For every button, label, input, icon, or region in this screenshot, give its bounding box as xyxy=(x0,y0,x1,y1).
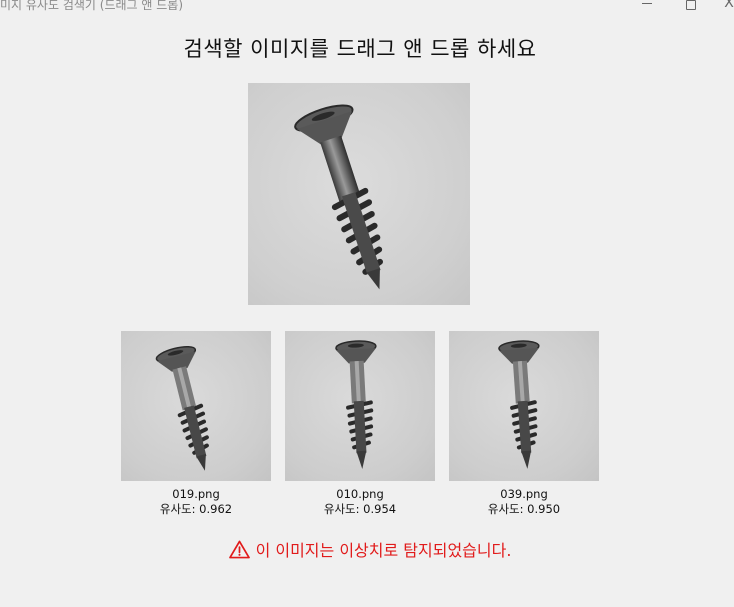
result-screw-image xyxy=(498,340,540,469)
result-filename: 019.png xyxy=(172,487,220,501)
result-similarity: 유사도: 0.950 xyxy=(487,501,561,516)
alert-message: 이 이미지는 이상치로 탐지되었습니다. xyxy=(255,541,512,560)
warning-icon xyxy=(228,540,250,559)
anomaly-alert: 이 이미지는 이상치로 탐지되었습니다. xyxy=(0,537,730,561)
result-thumbnail[interactable] xyxy=(449,331,599,481)
close-button[interactable]: X xyxy=(714,0,734,12)
result-caption: 039.png 유사도: 0.950 xyxy=(449,487,599,516)
close-icon: X xyxy=(724,0,734,11)
result-filename: 010.png xyxy=(336,487,384,501)
minimize-button[interactable] xyxy=(624,0,670,12)
maximize-icon xyxy=(686,0,696,10)
result-thumbnail[interactable] xyxy=(121,331,271,481)
window-title: 미지 유사도 검색기 (드래그 앤 드롭) xyxy=(0,0,183,12)
result-thumbnail[interactable] xyxy=(285,331,435,481)
maximize-button[interactable] xyxy=(668,0,714,12)
result-similarity: 유사도: 0.962 xyxy=(159,501,233,516)
title-bar: 미지 유사도 검색기 (드래그 앤 드롭) X xyxy=(0,0,734,14)
result-screw-image xyxy=(335,340,377,469)
result-caption: 010.png 유사도: 0.954 xyxy=(285,487,435,516)
result-screw-image xyxy=(155,346,209,471)
query-image-drop-zone[interactable] xyxy=(248,83,470,305)
minimize-icon xyxy=(642,2,652,4)
result-similarity: 유사도: 0.954 xyxy=(323,501,397,516)
result-filename: 039.png xyxy=(500,487,548,501)
instruction-heading: 검색할 이미지를 드래그 앤 드롭 하세요 xyxy=(183,37,537,61)
result-caption: 019.png 유사도: 0.962 xyxy=(121,487,271,516)
query-screw-image xyxy=(294,104,383,290)
